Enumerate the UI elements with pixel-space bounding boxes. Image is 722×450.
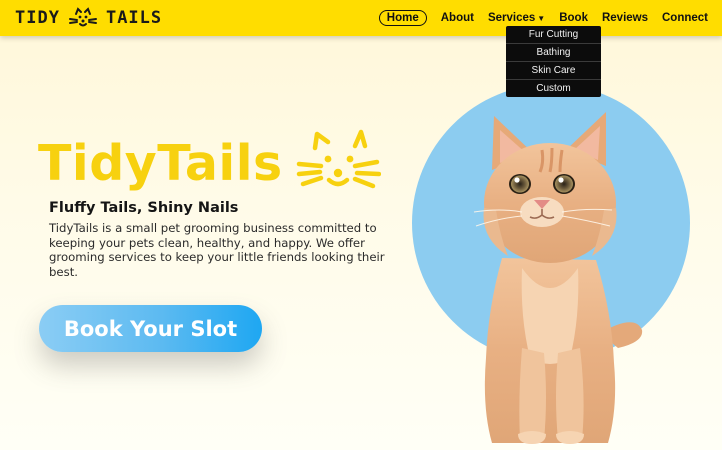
hero-description: TidyTails is a small pet grooming busine… [49,221,385,279]
top-navbar: TIDY TAILS Home About Services ▼ Book Re… [0,0,722,36]
dropdown-item-skin-care[interactable]: Skin Care [506,62,601,80]
nav-services-label: Services [487,12,536,24]
cat-face-icon [296,129,381,189]
nav-connect[interactable]: Connect [662,12,708,24]
brand-logo[interactable]: TIDY TAILS [15,6,162,30]
kitten-image [473,112,643,444]
hero-title: TidyTails [38,134,283,192]
brand-word-left: TIDY [15,8,60,28]
nav-book[interactable]: Book [559,12,588,24]
cat-face-icon [68,7,97,27]
dropdown-item-custom[interactable]: Custom [506,80,601,97]
dropdown-item-fur-cutting[interactable]: Fur Cutting [506,26,601,44]
main-nav: Home About Services ▼ Book Reviews Conne… [365,8,708,28]
landing-page: TIDY TAILS Home About Services ▼ Book Re… [0,0,722,450]
hero-tagline: Fluffy Tails, Shiny Nails [49,200,239,216]
nav-services[interactable]: Services ▼ [488,12,545,24]
nav-home[interactable]: Home [378,10,427,26]
dropdown-item-bathing[interactable]: Bathing [506,44,601,62]
nav-about[interactable]: About [441,12,474,24]
caret-down-icon: ▼ [537,13,546,23]
book-your-slot-button[interactable]: Book Your Slot [39,305,262,352]
services-dropdown-menu: Fur Cutting Bathing Skin Care Custom [506,26,601,97]
nav-reviews[interactable]: Reviews [602,12,648,24]
hero-heading: TidyTails [38,128,381,198]
brand-word-right: TAILS [105,8,163,28]
